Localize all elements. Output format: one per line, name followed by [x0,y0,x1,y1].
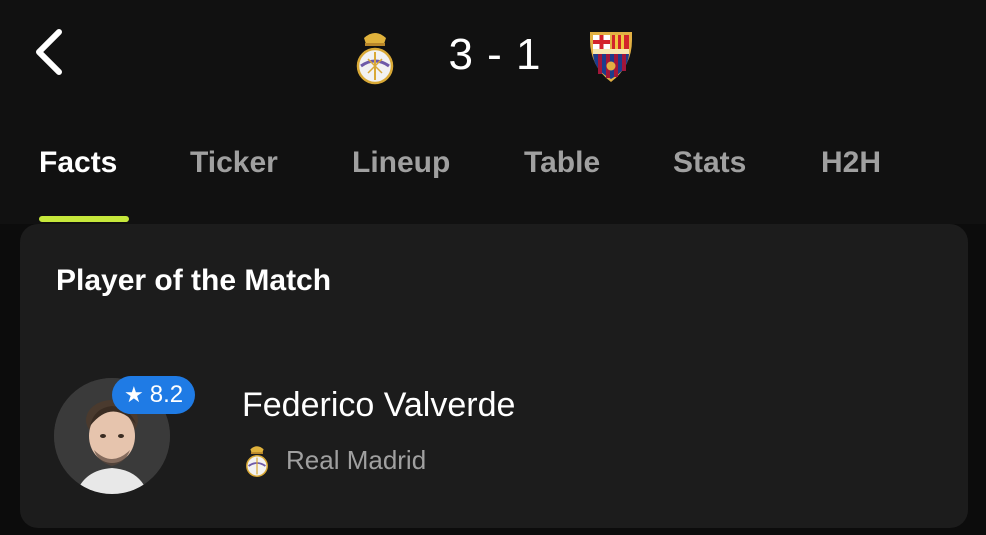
player-row[interactable]: ★ 8.2 Federico Valverde Real Madrid [54,374,854,494]
chevron-left-icon [36,29,62,75]
tab-table[interactable]: Table [524,146,600,180]
player-of-the-match-card: Player of the Match ★ 8.2 Federico Valve… [20,224,968,528]
rating-value: 8.2 [149,381,184,408]
tab-facts[interactable]: Facts [39,146,117,180]
scoreline: 3 - 1 [350,22,650,88]
real-madrid-crest-icon[interactable] [350,26,400,86]
rating-badge: ★ 8.2 [112,376,196,414]
tab-h2h[interactable]: H2H [821,146,881,180]
tab-ticker[interactable]: Ticker [190,146,278,180]
match-header: 3 - 1 Facts Ticker Lineup Table Stats H2… [0,0,986,224]
tab-lineup[interactable]: Lineup [352,146,450,180]
barcelona-crest-icon[interactable] [586,26,636,86]
real-madrid-crest-icon [246,446,268,477]
team-name: Real Madrid [286,444,427,475]
back-button[interactable] [24,24,74,80]
team-row: Real Madrid [242,440,426,480]
player-name: Federico Valverde [242,386,516,424]
match-tabs: Facts Ticker Lineup Table Stats H2H [0,130,986,224]
active-tab-indicator [39,216,129,222]
match-screen: 3 - 1 Facts Ticker Lineup Table Stats H2… [0,0,986,535]
match-score: 3 - 1 [448,30,542,79]
card-title: Player of the Match [56,264,332,297]
star-icon: ★ [124,382,144,407]
tab-stats[interactable]: Stats [673,146,746,180]
